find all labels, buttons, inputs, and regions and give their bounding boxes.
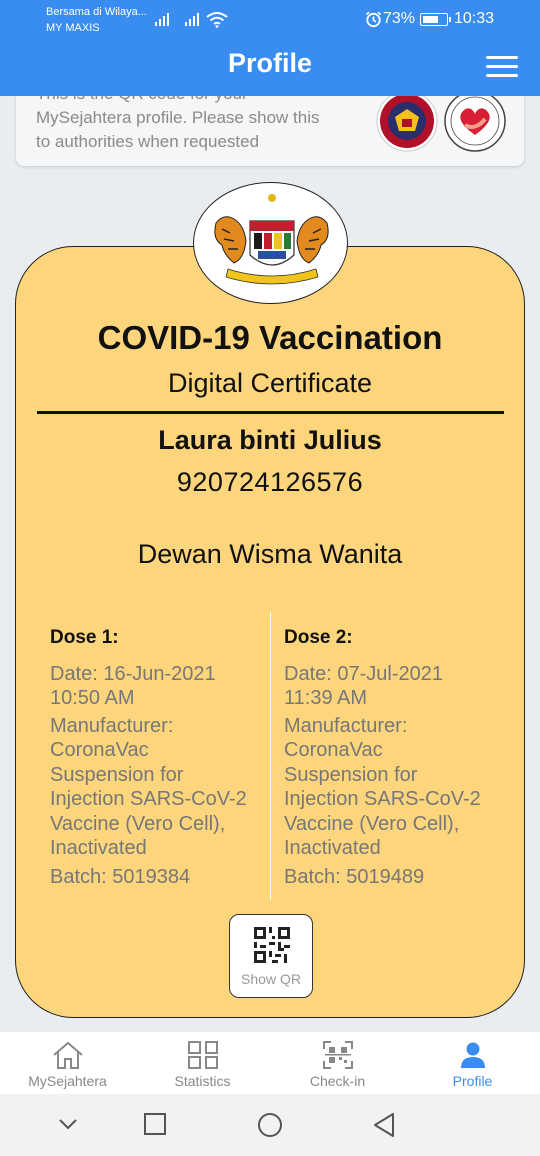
manufacturer-line: Vaccine (Vero Cell), — [50, 812, 226, 835]
nav-tab-mysejahtera[interactable]: MySejahtera — [0, 1032, 135, 1094]
home-circle-icon[interactable] — [257, 1112, 283, 1138]
manufacturer-line: Inactivated — [284, 837, 381, 859]
nav-tab-check-in[interactable]: Check-in — [270, 1032, 405, 1094]
person-icon — [460, 1042, 485, 1068]
show-qr-label: Show QR — [241, 971, 301, 987]
clock: 10:33 — [454, 10, 495, 27]
manufacturer-label: Manufacturer: — [50, 714, 174, 737]
signal-icon — [155, 13, 169, 26]
bottom-navigation: MySejahtera Statistics Check-in Profile — [0, 1032, 540, 1094]
qr-code-icon — [254, 927, 290, 963]
nav-label: Statistics — [174, 1073, 231, 1089]
system-navigation-bar — [0, 1094, 540, 1156]
page-title: Profile — [227, 48, 313, 78]
certificate-subtitle: Digital Certificate — [167, 368, 373, 398]
manufacturer-line: CoronaVac — [50, 739, 149, 761]
battery-icon — [420, 13, 451, 26]
home-icon — [52, 1041, 83, 1069]
qr-scan-icon — [322, 1041, 353, 1069]
app-header: Profile — [0, 40, 540, 96]
nav-label: Profile — [452, 1073, 493, 1089]
nsc-logo-icon — [376, 90, 438, 152]
dose-title: Dose 2: — [284, 627, 353, 648]
battery-percent: 73% — [383, 10, 416, 27]
carrier-network: MY MAXIS — [46, 22, 100, 34]
dose-time: 11:39 AM — [284, 687, 368, 709]
alarm-icon — [365, 11, 382, 28]
certificate-title: COVID-19 Vaccination — [97, 319, 443, 356]
carrier-name: Bersama di Wilaya... — [46, 6, 147, 18]
recents-square-icon[interactable] — [143, 1112, 167, 1136]
batch-number: Batch: 5019384 — [50, 865, 191, 888]
dose-date: Date: 16-Jun-2021 — [50, 662, 216, 685]
manufacturer-line: CoronaVac — [284, 739, 383, 761]
manufacturer-line: Inactivated — [50, 837, 147, 859]
nav-label: MySejahtera — [28, 1073, 107, 1089]
wifi-icon — [206, 12, 228, 28]
manufacturer-line: Suspension for — [284, 763, 418, 786]
dose-time: 10:50 AM — [50, 687, 135, 709]
manufacturer-line: Vaccine (Vero Cell), — [284, 812, 460, 835]
coat-of-arms-icon — [193, 182, 348, 304]
recipient-id-number: 920724126576 — [176, 467, 364, 497]
nav-label: Check-in — [309, 1073, 366, 1089]
manufacturer-line: Injection SARS-CoV-2 — [284, 788, 481, 810]
chevron-down-icon[interactable] — [56, 1112, 80, 1136]
dose-date: Date: 07-Jul-2021 — [284, 662, 443, 685]
vaccination-location: Dewan Wisma Wanita — [137, 539, 403, 569]
recipient-name: Laura binti Julius — [158, 425, 382, 455]
divider — [37, 411, 504, 414]
dose-1-details: Dose 1: Date: 16-Jun-2021 10:50 AM Manuf… — [50, 626, 265, 889]
batch-number: Batch: 5019489 — [284, 865, 425, 888]
signal-icon-2 — [185, 13, 199, 26]
manufacturer-line: Suspension for — [50, 763, 184, 786]
dose-divider — [270, 612, 271, 900]
nav-tab-statistics[interactable]: Statistics — [135, 1032, 270, 1094]
manufacturer-label: Manufacturer: — [284, 714, 408, 737]
back-triangle-icon[interactable] — [372, 1112, 396, 1138]
show-qr-button[interactable]: Show QR — [229, 914, 313, 998]
status-bar: Bersama di Wilaya... MY MAXIS 73% 10:33 — [0, 0, 540, 40]
dose-title: Dose 1: — [50, 627, 119, 648]
nav-tab-profile[interactable]: Profile — [405, 1032, 540, 1094]
dose-2-details: Dose 2: Date: 07-Jul-2021 11:39 AM Manuf… — [284, 626, 499, 889]
manufacturer-line: Injection SARS-CoV-2 — [50, 788, 247, 810]
hamburger-menu-icon[interactable] — [486, 56, 518, 82]
health-ministry-logo-icon — [444, 90, 506, 152]
grid-icon — [187, 1041, 218, 1069]
